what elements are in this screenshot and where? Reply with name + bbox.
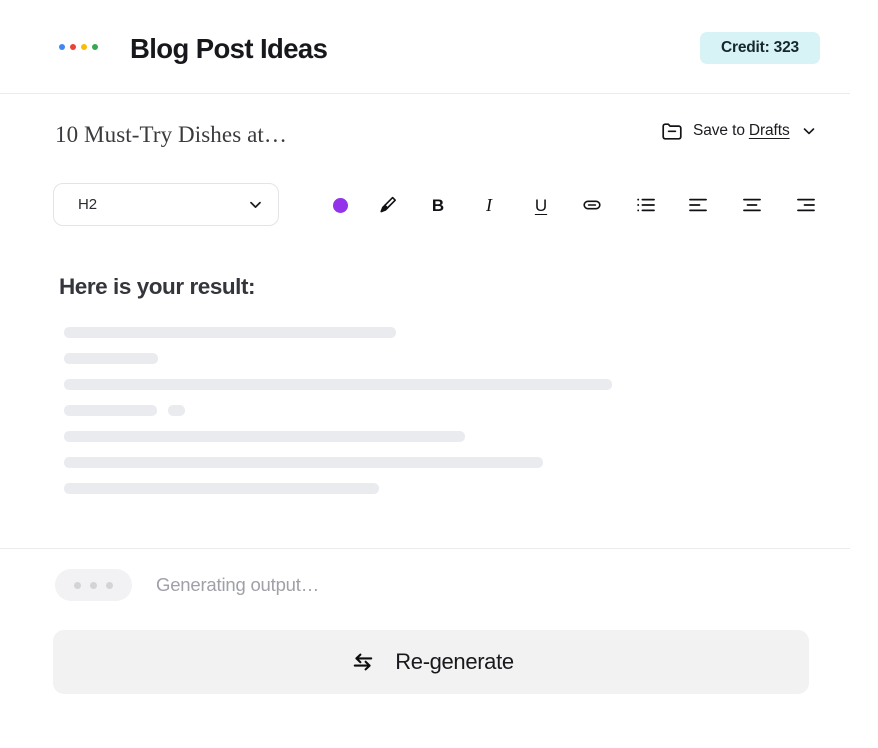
highlight-button[interactable] [367, 185, 407, 225]
link-button[interactable] [572, 185, 612, 225]
text-color-button[interactable] [320, 185, 360, 225]
skeleton-bar [64, 457, 543, 468]
link-icon [580, 193, 604, 217]
save-to-destination[interactable]: Drafts [749, 122, 790, 140]
align-center-button[interactable] [732, 185, 772, 225]
bullet-list-icon [635, 194, 657, 216]
footer-divider [0, 548, 850, 549]
color-swatch-icon [332, 197, 348, 213]
skeleton-row [64, 431, 804, 442]
skeleton-row [64, 327, 804, 338]
regenerate-button[interactable]: Re-generate [53, 630, 809, 694]
skeleton-bar [64, 431, 465, 442]
status-text: Generating output… [156, 574, 320, 595]
align-center-icon [741, 194, 763, 216]
skeleton-row [64, 353, 804, 364]
skeleton-bar [64, 379, 612, 390]
align-left-icon [687, 194, 709, 216]
bold-icon: B [431, 195, 445, 215]
app-header: Blog Post Ideas Credit: 323 [0, 0, 850, 94]
bold-button[interactable]: B [418, 185, 458, 225]
bullet-list-button[interactable] [626, 185, 666, 225]
save-to-label: Save to Drafts [693, 122, 790, 140]
typing-dots-icon [55, 569, 132, 601]
app-window: Blog Post Ideas Credit: 323 10 Must-Try … [0, 0, 878, 748]
regenerate-label: Re-generate [395, 649, 514, 674]
skeleton-bar [64, 405, 157, 416]
save-to-prefix: Save to [693, 122, 745, 139]
align-right-icon [795, 194, 817, 216]
skeleton-row [64, 457, 804, 468]
skeleton-row [64, 379, 804, 390]
format-toolbar: B I U [320, 185, 830, 225]
result-skeleton [64, 327, 804, 494]
folder-minus-icon [660, 119, 684, 143]
generation-status: Generating output… [55, 569, 319, 601]
chevron-down-icon [247, 196, 264, 213]
skeleton-row [64, 405, 804, 416]
chevron-down-icon[interactable] [801, 123, 817, 139]
highlighter-icon [376, 194, 398, 216]
skeleton-bar [168, 405, 185, 416]
align-right-button[interactable] [786, 185, 826, 225]
swap-arrows-icon [348, 647, 378, 677]
italic-icon: I [486, 195, 492, 215]
block-type-value: H2 [78, 196, 97, 213]
credit-badge: Credit: 323 [700, 32, 820, 64]
save-to-control[interactable]: Save to Drafts [660, 118, 817, 144]
skeleton-bar [64, 353, 158, 364]
skeleton-bar [64, 327, 396, 338]
align-left-button[interactable] [678, 185, 718, 225]
italic-button[interactable]: I [469, 185, 509, 225]
skeleton-bar [64, 483, 379, 494]
block-type-select[interactable]: H2 [53, 183, 279, 226]
underline-icon: U [534, 195, 548, 215]
skeleton-row [64, 483, 804, 494]
four-dots-logo-icon [59, 44, 98, 50]
document-title: 10 Must-Try Dishes at… [55, 122, 288, 147]
result-heading: Here is your result: [59, 274, 256, 299]
underline-button[interactable]: U [521, 185, 561, 225]
page-title: Blog Post Ideas [130, 33, 328, 64]
